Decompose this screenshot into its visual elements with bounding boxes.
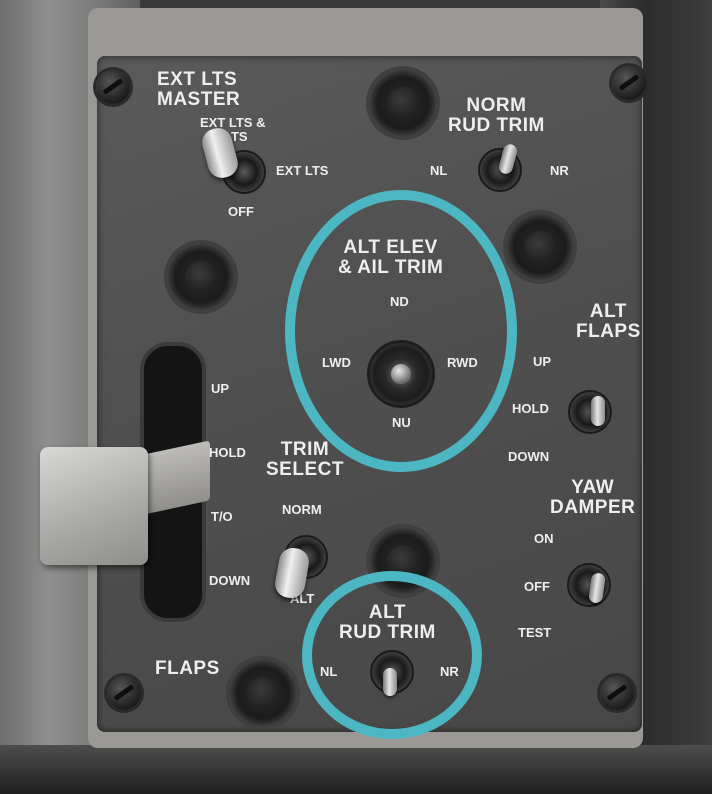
ext-lts-master-title: EXT LTS MASTER [157,69,241,110]
blank-knob-hole [168,244,234,310]
lower-panel [0,745,712,794]
flaps-up-label: UP [211,381,230,396]
alt-flaps-title: ALT FLAPS [576,301,641,342]
flaps-title: FLAPS [155,658,220,679]
alt-flaps-lever[interactable] [591,396,605,426]
flaps-down-label: DOWN [209,573,251,588]
screw-icon [96,70,130,104]
alt-flaps-hold-label: HOLD [512,401,549,416]
norm-rud-trim-title: NORM RUD TRIM [448,95,545,136]
flaps-hold-label: HOLD [209,445,246,460]
blank-knob-hole [370,70,436,136]
flaps-lever-handle[interactable] [40,447,148,565]
highlight-alt-elev-ail-trim [285,190,517,472]
blank-knob-hole [507,214,573,280]
blank-knob-hole [230,660,296,726]
ext-lts-position-ext: EXT LTS [276,163,329,178]
screw-icon [612,66,646,100]
trim-select-norm-label: NORM [282,502,322,517]
yaw-damper-on-label: ON [534,531,554,546]
yaw-damper-off-label: OFF [524,579,550,594]
alt-flaps-down-label: DOWN [508,449,550,464]
screw-icon [107,676,141,710]
alt-flaps-switch[interactable] [568,390,612,434]
highlight-alt-rud-trim [302,571,482,739]
norm-rud-trim-left-label: NL [430,163,448,178]
ext-lts-position-off: OFF [228,204,254,219]
norm-rud-trim-right-label: NR [550,163,569,178]
screw-icon [600,676,634,710]
yaw-damper-title: YAW DAMPER [550,477,636,518]
yaw-damper-test-label: TEST [518,625,552,640]
trim-select-title: TRIM SELECT [266,439,344,480]
alt-flaps-up-label: UP [533,354,552,369]
flaps-takeoff-label: T/O [211,509,233,524]
